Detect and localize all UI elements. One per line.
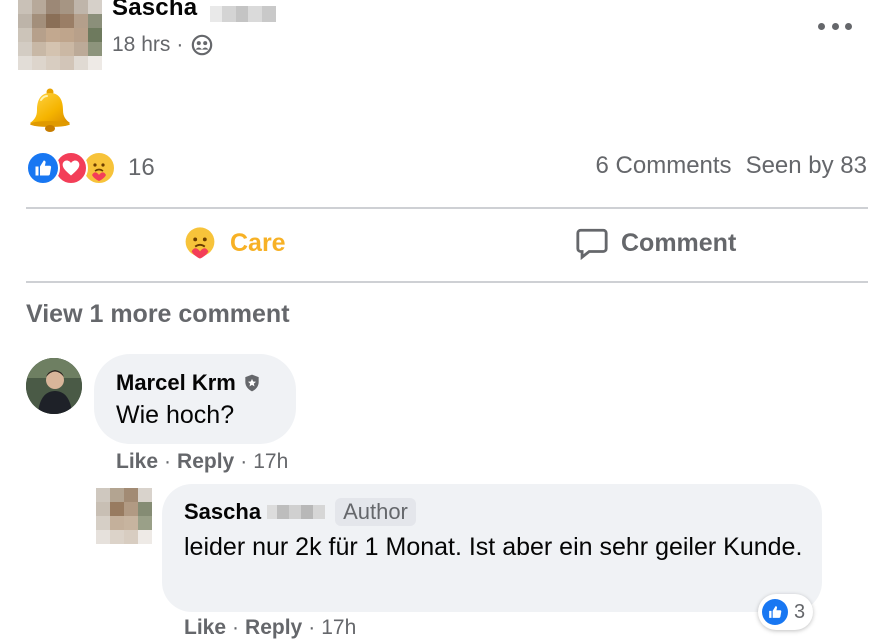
- comment-time[interactable]: 17h: [253, 450, 288, 474]
- reply-author-avatar[interactable]: [96, 488, 152, 544]
- like-comment-button[interactable]: Like: [116, 450, 158, 474]
- comment-button[interactable]: Comment: [575, 220, 736, 266]
- reply-author[interactable]: Sascha Author: [184, 498, 416, 526]
- commenter-avatar[interactable]: [26, 358, 82, 414]
- like-reaction-icon: [762, 599, 788, 625]
- comment-label: Comment: [621, 228, 737, 257]
- comment-author-name: Marcel Krm: [116, 370, 236, 395]
- care-icon: [185, 227, 215, 259]
- post-stats: 6 Comments Seen by 83: [596, 152, 867, 180]
- author-surname-blur: [210, 2, 280, 24]
- reply-reaction-count: 3: [794, 600, 806, 623]
- comment-bubble: Marcel Krm Wie hoch?: [94, 354, 296, 444]
- author-avatar[interactable]: [18, 0, 102, 70]
- comment-author[interactable]: Marcel Krm: [116, 370, 262, 396]
- dot-separator: ·: [240, 450, 248, 473]
- dot-separator: ·: [308, 616, 316, 639]
- seen-by-link[interactable]: Seen by 83: [746, 152, 867, 180]
- reply-time[interactable]: 17h: [321, 616, 356, 640]
- author-badge: Author: [335, 498, 416, 526]
- post-timestamp[interactable]: 18 hrs ·: [112, 33, 213, 57]
- reply-actions: Like · Reply · 17h: [184, 616, 356, 640]
- reply-text: leider nur 2k für 1 Monat. Ist aber ein …: [184, 533, 803, 561]
- dot-separator: ·: [164, 450, 172, 473]
- view-more-comments-link[interactable]: View 1 more comment: [26, 300, 290, 329]
- comment-icon: [576, 228, 608, 260]
- friends-icon: [192, 34, 213, 56]
- comment-text: Wie hoch?: [116, 401, 235, 429]
- divider-bottom: [26, 281, 868, 283]
- reply-author-name: Sascha: [184, 499, 262, 524]
- like-reaction-icon: [26, 151, 60, 185]
- reply-bubble: Sascha Author leider nur 2k für 1 Monat.…: [162, 484, 822, 612]
- comments-count-link[interactable]: 6 Comments: [596, 152, 732, 180]
- divider-top: [26, 207, 868, 209]
- dot-separator: ·: [176, 33, 184, 56]
- post-author-name[interactable]: Sascha: [112, 0, 197, 22]
- like-reply-button[interactable]: Like: [184, 616, 226, 640]
- post-time-text: 18 hrs: [112, 33, 171, 56]
- reply-reaction-summary[interactable]: 3: [758, 594, 814, 630]
- reply-author-surname-blur: [267, 503, 326, 521]
- moderator-badge-icon: [245, 374, 259, 392]
- comment-actions: Like · Reply · 17h: [116, 450, 288, 474]
- reaction-count: 16: [128, 154, 155, 181]
- reactions-summary[interactable]: 16: [26, 150, 155, 186]
- care-button[interactable]: Care: [182, 220, 286, 266]
- reply-reply-button[interactable]: Reply: [245, 616, 302, 640]
- more-options-icon[interactable]: [818, 16, 852, 36]
- dot-separator: ·: [232, 616, 240, 639]
- care-label: Care: [230, 228, 286, 257]
- bell-emoji: [30, 88, 70, 132]
- reply-comment-button[interactable]: Reply: [177, 450, 234, 474]
